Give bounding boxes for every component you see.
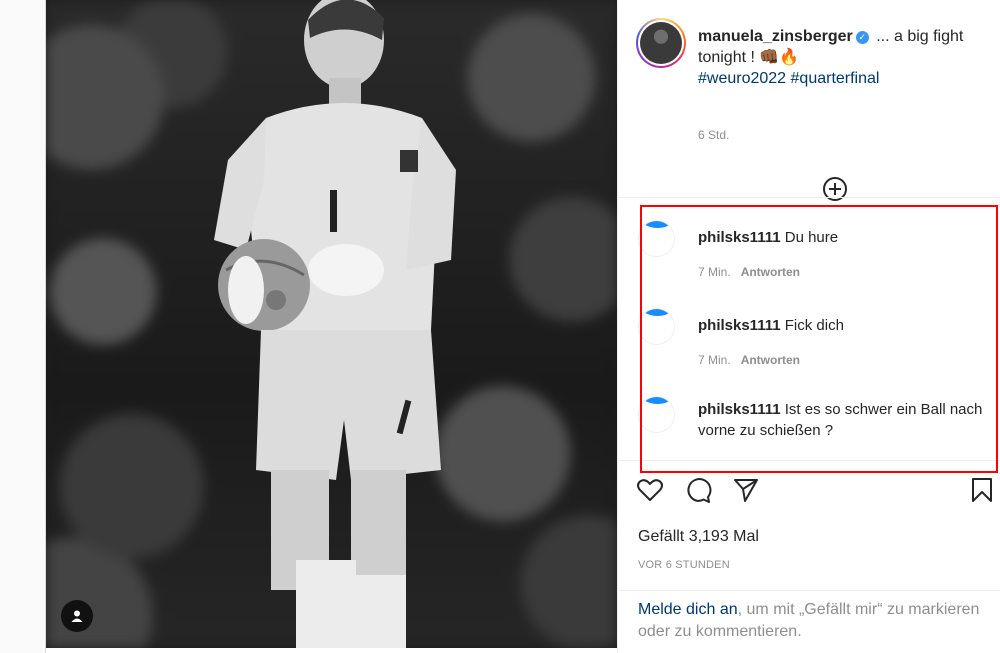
author-username[interactable]: manuela_zinsberger	[698, 28, 853, 45]
user-tag-icon[interactable]	[61, 600, 93, 632]
post-container: manuela_zinsberger ✓ ... a big fight toni…	[45, 0, 1000, 653]
share-icon[interactable]	[732, 476, 760, 504]
heart-icon[interactable]	[636, 476, 664, 504]
commenter-avatar[interactable]	[638, 308, 675, 345]
divider	[618, 590, 1000, 591]
like-count[interactable]: Gefällt 3,193 Mal	[638, 528, 759, 546]
reply-button[interactable]: Antworten	[741, 265, 800, 279]
comment-time: 7 Min.	[698, 353, 731, 367]
commenter-username[interactable]: philsks1111	[698, 229, 781, 246]
photo-player-figure	[214, 0, 456, 648]
divider	[618, 197, 1000, 198]
plus-circle-icon[interactable]	[822, 176, 848, 202]
comment-meta: 7 Min. Antworten	[698, 353, 800, 367]
divider	[618, 460, 1000, 461]
commenter-avatar[interactable]	[638, 220, 675, 257]
post-photo[interactable]	[46, 0, 617, 648]
caption-text-block: manuela_zinsberger ✓ ... a big fight toni…	[698, 26, 998, 89]
author-avatar[interactable]	[636, 18, 686, 68]
post-side-panel: manuela_zinsberger ✓ ... a big fight toni…	[617, 0, 1000, 653]
commenter-avatar[interactable]	[638, 396, 675, 433]
comment-text-line: philsks1111 Du hure	[698, 227, 998, 248]
comment-icon[interactable]	[684, 476, 712, 504]
caption-hashtags[interactable]: #weuro2022 #quarterfinal	[698, 70, 879, 87]
comment-text: Du hure	[784, 229, 839, 246]
post-timestamp: VOR 6 STUNDEN	[638, 559, 730, 571]
comment-meta: 7 Min. Antworten	[698, 265, 800, 279]
login-link[interactable]: Melde dich an	[638, 601, 738, 618]
comment-time: 7 Min.	[698, 265, 731, 279]
action-bar	[636, 476, 992, 506]
comment-text: Fick dich	[784, 317, 844, 334]
caption-time: 6 Std.	[698, 128, 730, 142]
commenter-username[interactable]: philsks1111	[698, 401, 781, 418]
bookmark-icon[interactable]	[968, 476, 996, 504]
comment-text-line: philsks1111 Fick dich	[698, 315, 998, 336]
verified-badge-icon: ✓	[855, 31, 869, 44]
reply-button[interactable]: Antworten	[741, 353, 800, 367]
login-prompt: Melde dich an, um mit „Gefällt mir“ zu m…	[638, 599, 998, 643]
commenter-username[interactable]: philsks1111	[698, 317, 781, 334]
comment-text-line: philsks1111 Ist es so schwer ein Ball na…	[698, 399, 998, 441]
